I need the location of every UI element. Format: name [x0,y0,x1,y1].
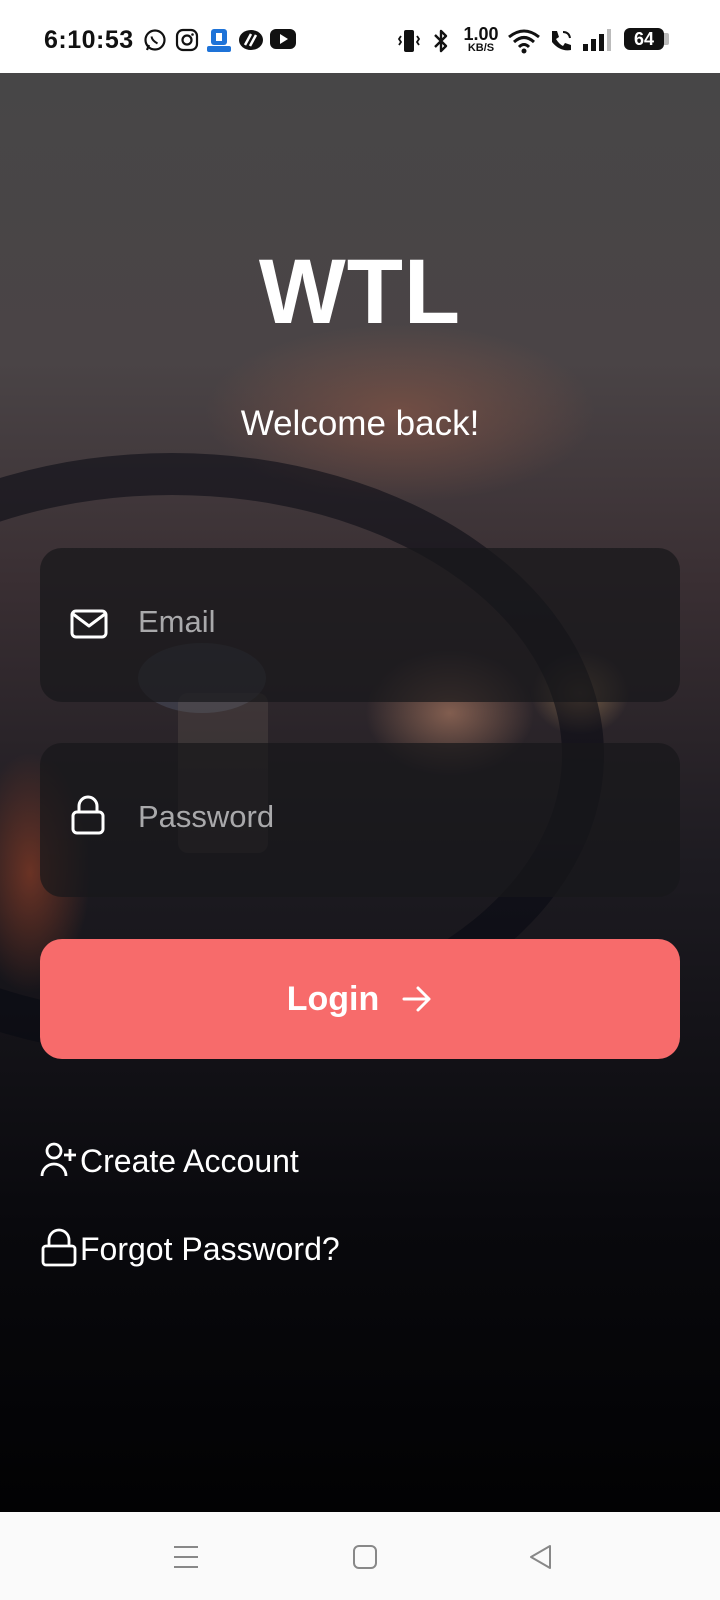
arrow-right-icon [401,984,433,1014]
battery-indicator: 64 [624,28,664,50]
wifi-icon [508,29,540,54]
network-speed-value: 1.00 [463,24,499,44]
app-notification-icon [207,29,231,52]
forgot-password-label: Forgot Password? [80,1231,340,1267]
network-speed-unit: KB/S [467,42,495,54]
network-speed: 1.00 KB/S [461,25,501,54]
wifi-calling-icon [552,31,571,51]
app-logo-title: WTL [258,241,462,343]
create-account-link[interactable]: Create Account [40,1140,299,1180]
signal-icon [583,29,611,51]
bluetooth-icon [434,29,448,53]
youtube-icon [270,29,296,49]
lock-icon [71,795,105,835]
email-field[interactable] [40,548,680,702]
login-button[interactable]: Login [40,939,680,1059]
system-navigation-bar [0,1512,720,1600]
status-bar: 6:10:53 1.00 KB/S 64 [0,0,720,73]
back-icon[interactable] [528,1544,554,1570]
login-button-label: Login [286,979,380,1018]
instagram-icon [175,28,199,52]
whatsapp-icon [144,29,166,51]
lock-icon [40,1228,78,1268]
mail-icon [70,609,108,639]
battery-tip [664,33,669,45]
email-input[interactable] [136,588,660,656]
vibrate-icon [398,30,420,52]
welcome-text: Welcome back! [240,404,480,443]
password-field[interactable] [40,743,680,897]
status-time: 6:10:53 [44,26,134,54]
tools-icon [239,30,263,50]
menu-icon[interactable] [173,1544,199,1570]
add-user-icon [40,1140,78,1180]
create-account-label: Create Account [80,1143,299,1179]
home-icon[interactable] [352,1544,378,1570]
password-input[interactable] [136,783,660,851]
forgot-password-link[interactable]: Forgot Password? [40,1228,340,1268]
